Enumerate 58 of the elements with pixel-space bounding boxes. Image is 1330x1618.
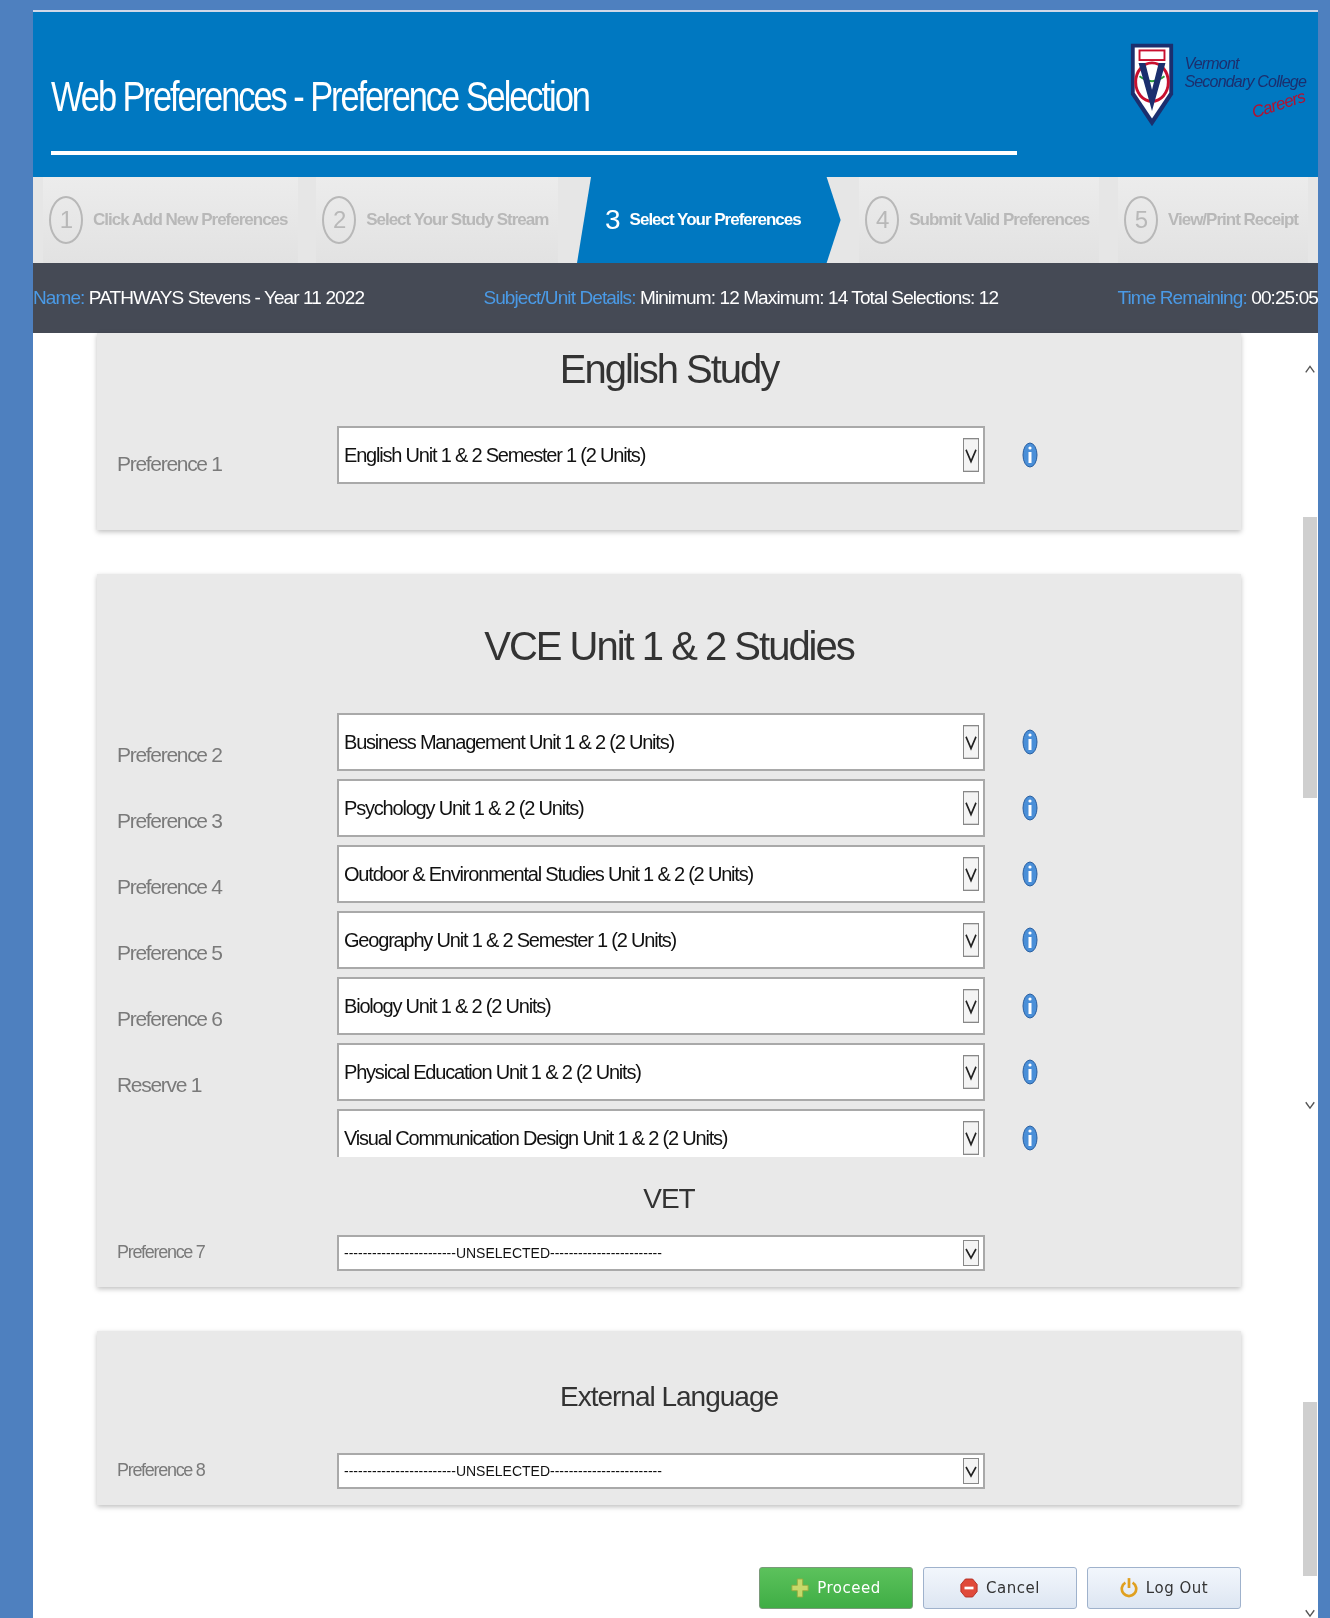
page-title: Web Preferences - Preference Selection	[51, 73, 590, 121]
preference-dropdown[interactable]: Psychology Unit 1 & 2 (2 Units)	[337, 779, 985, 837]
dropdown-caret-icon	[963, 1458, 979, 1484]
preference-label: Preference 4	[117, 875, 222, 898]
dropdown-caret-icon	[963, 725, 979, 759]
info-icon[interactable]	[1022, 1123, 1038, 1153]
wizard-step[interactable]: 3 Select Your Preferences	[577, 177, 841, 263]
preference-dropdown[interactable]: Outdoor & Environmental Studies Unit 1 & 2 (2 Units)	[337, 845, 985, 903]
details-label: Subject/Unit Details:	[483, 287, 636, 308]
preference-dropdown[interactable]: Biology Unit 1 & 2 (2 Units)	[337, 977, 985, 1035]
cancel-button[interactable]: Cancel	[923, 1567, 1077, 1609]
power-icon	[1119, 1577, 1138, 1599]
logo-text: Secondary College	[1184, 73, 1306, 91]
info-icon[interactable]	[1022, 1057, 1038, 1087]
dropdown-caret-icon	[963, 857, 979, 891]
preference-dropdown[interactable]: ------------------------UNSELECTED------------------------	[337, 1453, 985, 1489]
dropdown-caret-icon	[963, 923, 979, 957]
logout-button[interactable]: Log Out	[1087, 1567, 1241, 1609]
logo-text: Vermont	[1184, 55, 1241, 73]
info-icon[interactable]	[1022, 727, 1038, 757]
info-icon[interactable]	[1022, 991, 1038, 1021]
preference-label: Preference 3	[117, 809, 222, 832]
dropdown-caret-icon	[963, 1121, 979, 1155]
name-value: PATHWAYS Stevens - Year 11 2022	[88, 287, 365, 308]
dropdown-caret-icon	[963, 438, 979, 472]
info-icon[interactable]	[1022, 440, 1038, 470]
time-value: 00:25:05	[1251, 287, 1318, 308]
preference-label: Preference 5	[117, 941, 222, 964]
preference-label: Preference 8	[117, 1460, 205, 1480]
preference-dropdown[interactable]: ------------------------UNSELECTED------------------------	[337, 1235, 985, 1271]
dropdown-caret-icon	[963, 1240, 979, 1266]
info-icon[interactable]	[1022, 859, 1038, 889]
dropdown-caret-icon	[963, 989, 979, 1023]
details-value: Minimum: 12 Maximum: 14 Total Selections: 12	[639, 287, 999, 308]
preference-label: Preference 1	[117, 452, 222, 475]
section-title: VCE Unit 1 & 2 Studies	[483, 623, 856, 670]
section-title: VET	[642, 1182, 696, 1216]
stop-icon	[960, 1577, 979, 1599]
preference-label: Preference 6	[117, 1007, 222, 1030]
preference-label: Preference 2	[117, 743, 222, 766]
dropdown-caret-icon	[963, 791, 979, 825]
scrollbar-thumb[interactable]	[1303, 1401, 1317, 1577]
preference-label: Preference 7	[117, 1242, 205, 1262]
preference-dropdown[interactable]: Geography Unit 1 & 2 Semester 1 (2 Units)	[337, 911, 985, 969]
preference-dropdown[interactable]: Business Management Unit 1 & 2 (2 Units)	[337, 713, 985, 771]
preference-dropdown[interactable]: Physical Education Unit 1 & 2 (2 Units)	[337, 1043, 985, 1101]
preference-dropdown[interactable]: English Unit 1 & 2 Semester 1 (2 Units)	[337, 426, 985, 484]
section-title: English Study	[558, 346, 780, 393]
name-label: Name:	[33, 287, 85, 308]
section-title: External Language	[558, 1380, 780, 1414]
time-label: Time Remaining:	[1117, 287, 1247, 308]
plus-icon	[791, 1577, 810, 1599]
dropdown-caret-icon	[963, 1055, 979, 1089]
info-icon[interactable]	[1022, 925, 1038, 955]
preference-label: Reserve 1	[117, 1073, 201, 1096]
preference-dropdown[interactable]: Visual Communication Design Unit 1 & 2 (2 Units)	[337, 1109, 985, 1157]
info-icon[interactable]	[1022, 793, 1038, 823]
scrollbar-thumb[interactable]	[1303, 516, 1317, 799]
